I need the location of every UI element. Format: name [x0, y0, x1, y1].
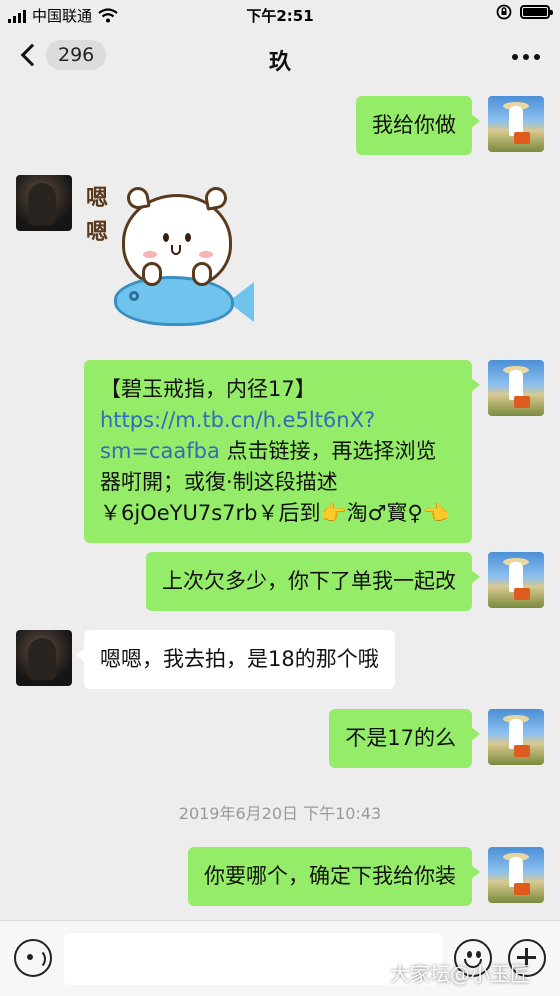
message-text: 你要哪个，确定下我给你装 [204, 864, 456, 888]
watermark: 大家坛@小玉匠 [390, 962, 530, 986]
message-bubble-sent[interactable]: 不是17的么 [329, 709, 480, 768]
voice-input-icon[interactable] [14, 939, 52, 977]
status-right [496, 4, 553, 20]
message-bubble-sent[interactable]: 【碧玉戒指，内径17】 https://m.tb.cn/h.e5lt6nX?sm… [84, 360, 480, 543]
message-bubble-sent[interactable]: 我给你做 [356, 96, 480, 155]
message-text: 不是17的么 [345, 726, 456, 750]
more-options-button[interactable] [512, 54, 540, 60]
message-text: 上次欠多少，你下了单我一起改 [162, 569, 456, 593]
sticker-text: 嗯 [86, 220, 109, 245]
message-input[interactable] [64, 933, 442, 985]
nav-bar: 296 玖 [0, 30, 560, 86]
my-avatar[interactable] [488, 552, 544, 608]
battery-icon [520, 5, 553, 19]
message-bubble-received[interactable]: 嗯嗯，我去拍，是18的那个哦 [76, 630, 395, 689]
sticker-text: 嗯 [86, 186, 109, 211]
my-avatar[interactable] [488, 96, 544, 152]
orientation-lock-icon [496, 4, 512, 20]
cat-fish-sticker[interactable]: 嗯 嗯 [80, 176, 254, 336]
chat-title: 玖 [268, 50, 291, 75]
message-text: 我给你做 [372, 113, 456, 137]
my-avatar[interactable] [488, 847, 544, 903]
status-bar: 中国联通 下午2:51 [0, 0, 560, 30]
my-avatar[interactable] [488, 360, 544, 416]
contact-avatar[interactable] [16, 175, 72, 231]
my-avatar[interactable] [488, 709, 544, 765]
message-text: 嗯嗯，我去拍，是18的那个哦 [100, 647, 379, 671]
message-text: 【碧玉戒指，内径17】 [100, 377, 316, 401]
message-bubble-sent[interactable]: 你要哪个，确定下我给你装 [188, 847, 480, 906]
status-time: 下午2:51 [246, 7, 314, 25]
message-bubble-sent[interactable]: 上次欠多少，你下了单我一起改 [146, 552, 480, 611]
contact-avatar[interactable] [16, 630, 72, 686]
chat-timestamp: 2019年6月20日 下午10:43 [178, 804, 382, 823]
